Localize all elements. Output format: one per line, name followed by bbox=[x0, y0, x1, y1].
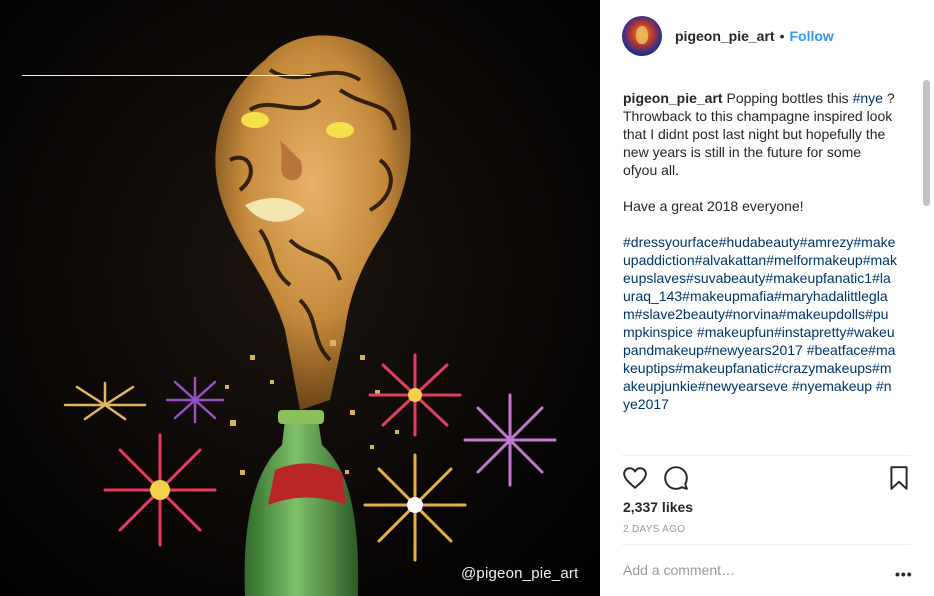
caption-wish: Have a great 2018 everyone! bbox=[623, 198, 804, 214]
caption-hashtags[interactable]: #dressyourface#hudabeauty#amrezy#makeupa… bbox=[623, 233, 898, 413]
divider-top bbox=[22, 75, 311, 76]
header-dot: • bbox=[779, 28, 785, 44]
action-bar bbox=[622, 465, 912, 491]
caption-text-start: Popping bottles this bbox=[722, 90, 853, 106]
more-options-button[interactable]: ••• bbox=[895, 566, 913, 582]
scrollbar-thumb[interactable] bbox=[923, 80, 930, 206]
post-header: pigeon_pie_art • Follow bbox=[622, 16, 834, 56]
caption-text-end: ? bbox=[882, 90, 895, 106]
artwork-illustration bbox=[63, 35, 557, 596]
follow-button[interactable]: Follow bbox=[790, 28, 834, 44]
caption: pigeon_pie_art Popping bottles this #nye… bbox=[623, 89, 898, 451]
avatar[interactable] bbox=[622, 16, 662, 56]
image-watermark: @pigeon_pie_art bbox=[461, 565, 579, 582]
divider-bottom bbox=[622, 544, 911, 545]
comment-input[interactable]: Add a comment… bbox=[623, 562, 735, 578]
caption-username[interactable]: pigeon_pie_art bbox=[623, 90, 723, 106]
post-timestamp[interactable]: 2 DAYS AGO bbox=[623, 524, 685, 535]
likes-count[interactable]: 2,337 likes bbox=[623, 499, 693, 515]
caption-hashtag-nye[interactable]: #nye bbox=[853, 90, 883, 106]
bookmark-icon[interactable] bbox=[886, 465, 912, 491]
caption-body: Throwback to this champagne inspired loo… bbox=[623, 108, 897, 178]
caption-scrollbar[interactable] bbox=[922, 80, 931, 452]
post-image[interactable]: @pigeon_pie_art bbox=[0, 0, 600, 596]
comment-icon[interactable] bbox=[663, 465, 689, 491]
divider-middle bbox=[622, 455, 911, 456]
header-username[interactable]: pigeon_pie_art bbox=[675, 28, 775, 44]
heart-icon[interactable] bbox=[622, 465, 648, 491]
